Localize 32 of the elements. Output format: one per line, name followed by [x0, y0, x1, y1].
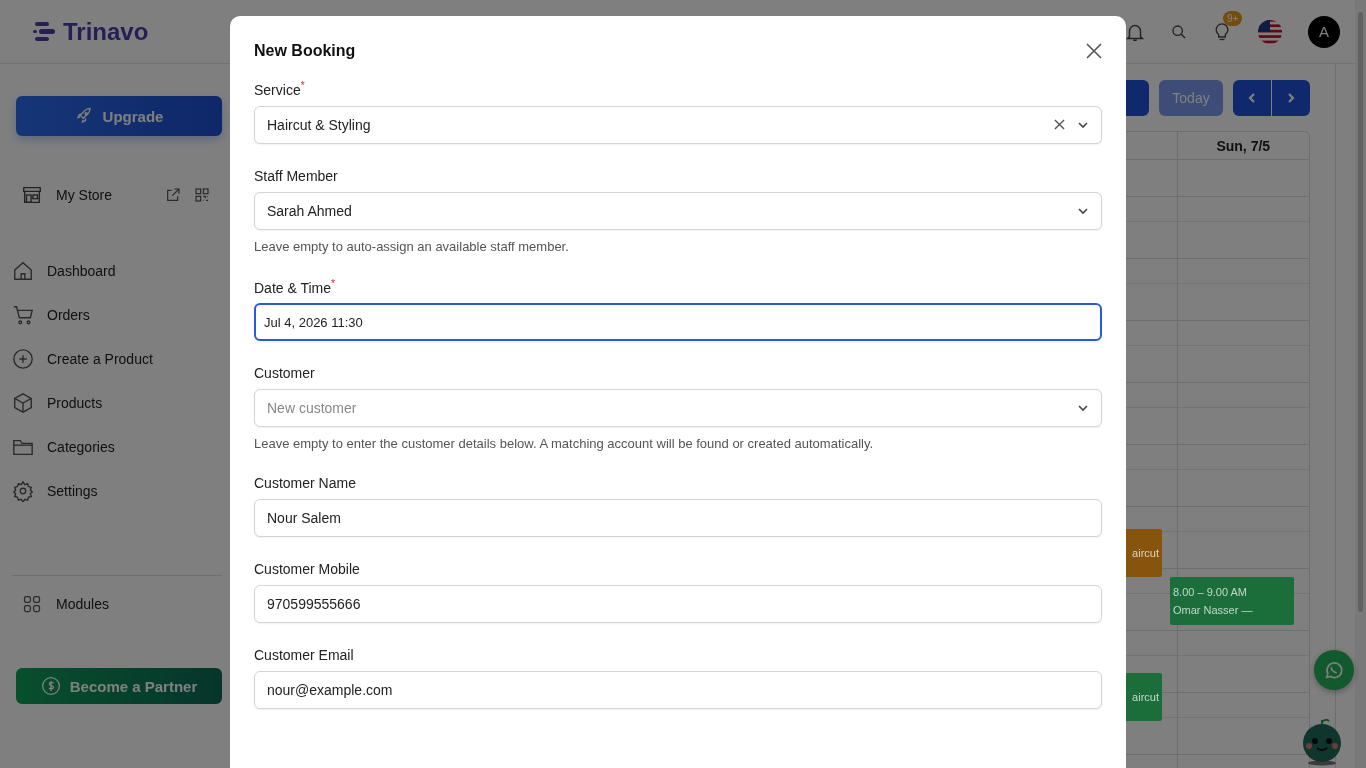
avatar[interactable]: A — [1308, 15, 1340, 48]
select-field[interactable]: New customer — [254, 389, 1102, 428]
brand-name: Trinavo — [63, 17, 149, 46]
field-label: Customer Mobile — [254, 561, 361, 578]
select-field[interactable]: Sarah Ahmed — [254, 191, 1102, 230]
nav-item[interactable]: Dashboard — [12, 260, 222, 282]
field-label: Customer — [254, 365, 316, 382]
nav-item[interactable]: Orders — [12, 304, 222, 326]
notification-badge: 9+ — [1223, 10, 1243, 26]
field-label: Customer Name — [254, 475, 357, 492]
input-field[interactable]: Jul 4, 2026 11:30 — [254, 303, 1102, 342]
partner-button[interactable]: Become a Partner — [16, 668, 222, 704]
field-label: Staff Member — [254, 167, 339, 184]
nav-item[interactable]: Create a Product — [12, 348, 222, 370]
help-text: Leave empty to auto-assign an available staff member. — [254, 238, 570, 254]
day-header: Sun, 7/5 — [1216, 137, 1271, 154]
upgrade-button[interactable]: Upgrade — [16, 96, 222, 136]
input-field[interactable]: 970599555666 — [254, 585, 1102, 624]
modules-item[interactable]: Modules — [12, 575, 222, 614]
nav-item[interactable]: Categories — [12, 436, 222, 458]
field-label: Customer Email — [254, 647, 355, 664]
dialog-title: New Booking — [254, 42, 356, 60]
input-field[interactable]: nour@example.com — [254, 671, 1102, 710]
input-field[interactable]: Nour Salem — [254, 499, 1102, 538]
help-text: Leave empty to enter the customer details below. A matching account will be found or created automatically. — [254, 436, 875, 452]
nav-item[interactable]: Settings — [12, 480, 222, 502]
select-field[interactable]: Haircut & Styling — [254, 105, 1102, 144]
nav-item[interactable]: Products — [12, 392, 222, 414]
field-label: Service$^{*}$ — [254, 80, 306, 98]
field-label: Date & Time$^{*}$ — [254, 277, 336, 296]
store-link[interactable]: My Store — [56, 187, 152, 203]
calendar-event[interactable]: 8.00 – 9.00 AM Omar Nasser — — [1170, 577, 1294, 625]
